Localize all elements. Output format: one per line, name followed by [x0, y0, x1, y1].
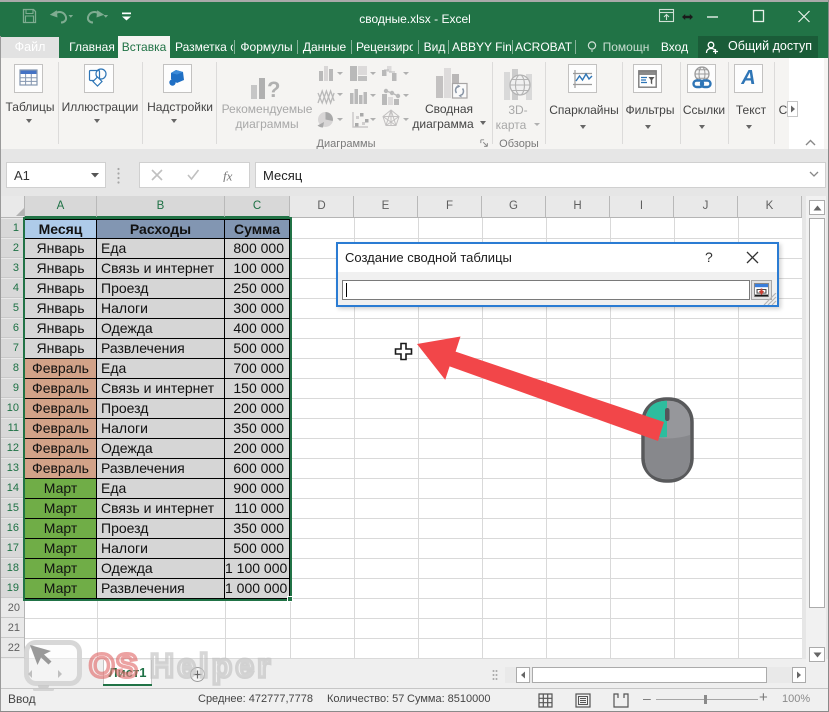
svg-text:?: ?: [267, 77, 280, 100]
svg-text:fx: fx: [223, 169, 233, 182]
